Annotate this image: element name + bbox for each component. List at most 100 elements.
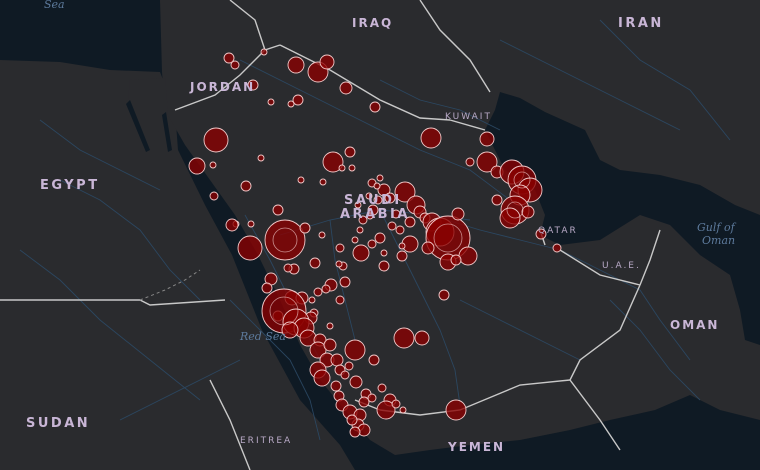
data-bubble[interactable] [465, 157, 475, 167]
data-bubble[interactable] [264, 219, 306, 261]
data-bubble[interactable] [247, 220, 255, 228]
data-bubble[interactable] [479, 131, 495, 147]
data-bubble[interactable] [209, 161, 217, 169]
data-bubble[interactable] [330, 353, 344, 367]
label-eritrea: ERITREA [240, 436, 293, 446]
label-iran: IRAN [618, 16, 664, 31]
data-bubble[interactable] [318, 231, 326, 239]
data-bubble[interactable] [346, 414, 358, 426]
label-gulf-of-oman-line1: Gulf of [697, 221, 735, 234]
map-canvas[interactable] [0, 0, 760, 470]
data-bubble[interactable] [351, 236, 359, 244]
data-bubble[interactable] [339, 276, 351, 288]
data-bubble[interactable] [299, 222, 311, 234]
data-bubble[interactable] [326, 322, 334, 330]
data-bubble[interactable] [240, 180, 252, 192]
data-bubble[interactable] [338, 164, 346, 172]
data-bubble[interactable] [414, 330, 430, 346]
data-bubble[interactable] [321, 284, 331, 294]
data-bubble[interactable] [399, 406, 407, 414]
data-bubble[interactable] [521, 205, 535, 219]
data-bubble[interactable] [398, 242, 406, 250]
label-gulf-of-oman-line2: Oman [702, 234, 736, 247]
label-uae: U.A.E. [602, 261, 641, 271]
label-iraq: IRAQ [352, 16, 394, 30]
data-bubble[interactable] [378, 260, 390, 272]
data-bubble[interactable] [344, 146, 356, 158]
data-bubble[interactable] [209, 191, 219, 201]
label-sudan: SUDAN [26, 416, 91, 431]
data-bubble[interactable] [438, 289, 450, 301]
data-bubble[interactable] [287, 56, 305, 74]
data-bubble[interactable] [292, 94, 304, 106]
data-bubble[interactable] [368, 354, 380, 366]
label-qatar: QATAR [538, 226, 578, 236]
data-bubble[interactable] [395, 225, 405, 235]
label-red-sea: Red Sea [240, 330, 286, 343]
data-bubble[interactable] [344, 361, 354, 371]
data-bubble[interactable] [491, 194, 503, 206]
data-bubble[interactable] [287, 100, 295, 108]
data-bubble[interactable] [319, 178, 327, 186]
data-bubble[interactable] [393, 327, 415, 349]
label-sea: Sea [44, 0, 65, 11]
data-bubble[interactable] [349, 375, 363, 389]
data-bubble[interactable] [396, 250, 408, 262]
label-kuwait: KUWAIT [445, 112, 492, 122]
label-jordan: JORDAN [190, 80, 256, 94]
label-yemen: YEMEN [448, 440, 506, 454]
label-saudi-line1: SAUDI [344, 193, 402, 208]
data-bubble[interactable] [352, 244, 370, 262]
data-bubble[interactable] [272, 204, 284, 216]
data-bubble[interactable] [339, 81, 353, 95]
data-bubble[interactable] [340, 370, 350, 380]
data-bubble[interactable] [387, 221, 397, 231]
data-bubble[interactable] [309, 257, 321, 269]
data-bubble[interactable] [308, 296, 316, 304]
data-bubble[interactable] [349, 426, 361, 438]
map-view[interactable]: Sea IRAQ IRAN JORDAN KUWAIT EGYPT SAUDI … [0, 0, 760, 470]
data-bubble[interactable] [283, 263, 293, 273]
data-bubble[interactable] [330, 380, 342, 392]
data-bubble[interactable] [356, 226, 364, 234]
data-bubble[interactable] [450, 254, 462, 266]
data-bubble[interactable] [335, 295, 345, 305]
data-bubble[interactable] [421, 241, 435, 255]
data-bubble[interactable] [391, 399, 401, 409]
data-bubble[interactable] [335, 260, 343, 268]
data-bubble[interactable] [344, 339, 366, 361]
data-bubble[interactable] [380, 249, 388, 257]
data-bubble[interactable] [257, 154, 265, 162]
data-bubble[interactable] [552, 243, 562, 253]
data-bubble[interactable] [313, 369, 331, 387]
data-bubble[interactable] [369, 101, 381, 113]
data-bubble[interactable] [267, 98, 275, 106]
data-bubble[interactable] [348, 164, 356, 172]
data-bubble[interactable] [420, 127, 442, 149]
data-bubble[interactable] [451, 207, 465, 221]
label-egypt: EGYPT [40, 178, 100, 193]
data-bubble[interactable] [458, 246, 478, 266]
data-bubble[interactable] [376, 174, 384, 182]
data-bubble[interactable] [203, 127, 229, 153]
data-bubble[interactable] [323, 338, 337, 352]
data-bubble[interactable] [335, 243, 345, 253]
data-bubble[interactable] [261, 282, 273, 294]
data-bubble[interactable] [297, 176, 305, 184]
data-bubble[interactable] [237, 235, 263, 261]
data-bubble[interactable] [445, 399, 467, 421]
data-bubble[interactable] [367, 393, 377, 403]
data-bubble[interactable] [358, 396, 370, 408]
data-bubble[interactable] [188, 157, 206, 175]
label-saudi-line2: ARABIA [340, 207, 410, 222]
data-bubble[interactable] [373, 182, 381, 190]
data-bubble[interactable] [230, 60, 240, 70]
data-bubble[interactable] [374, 232, 386, 244]
label-oman: OMAN [670, 318, 720, 332]
data-bubble[interactable] [377, 383, 387, 393]
data-bubble[interactable] [319, 54, 335, 70]
data-bubble[interactable] [225, 218, 239, 232]
data-bubble[interactable] [260, 48, 268, 56]
data-bubble[interactable] [313, 287, 323, 297]
data-bubble[interactable] [367, 239, 377, 249]
